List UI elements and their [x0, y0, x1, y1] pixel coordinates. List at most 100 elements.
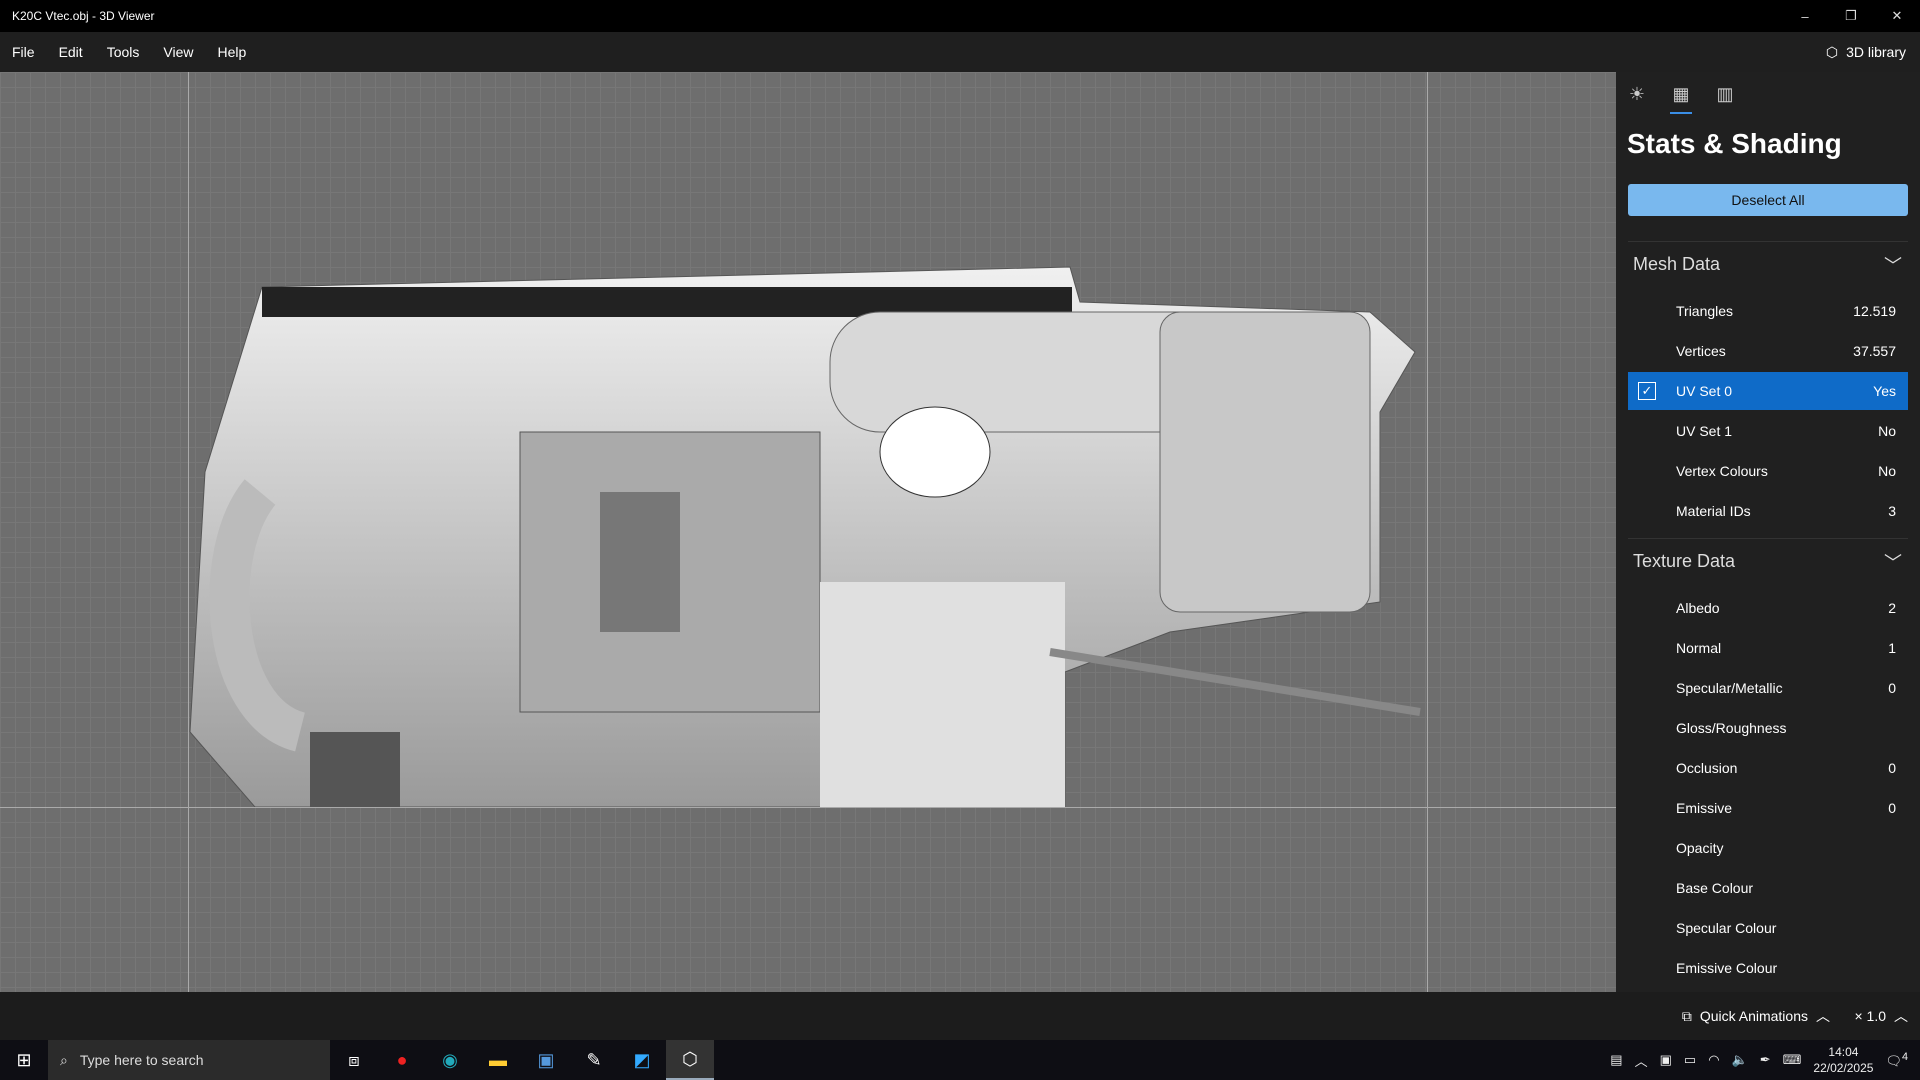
taskbar-search[interactable]: ⌕ Type here to search	[48, 1040, 330, 1080]
stat-row[interactable]: Base Colour	[1628, 869, 1908, 907]
stat-row[interactable]: Emissive 0	[1628, 789, 1908, 827]
chevron-up-icon[interactable]: ︿	[1635, 1051, 1648, 1070]
minimize-button[interactable]: –	[1782, 0, 1828, 32]
grid-tab-grid-icon[interactable]: ▥	[1714, 84, 1736, 106]
stat-row[interactable]: Albedo 2	[1628, 589, 1908, 627]
taskbar: ⊞ ⌕ Type here to search ⧈ ● ◉ ▬ ▣ ✎ ◩ ⬡ …	[0, 1040, 1920, 1080]
stat-label: Base Colour	[1676, 880, 1754, 896]
opera-icon[interactable]: ●	[378, 1040, 426, 1080]
stat-value: No	[1878, 463, 1896, 479]
checkbox-checked-icon[interactable]: ✓	[1638, 382, 1656, 400]
stat-label: Specular/Metallic	[1676, 680, 1783, 696]
menu-help[interactable]: Help	[205, 44, 258, 60]
texture-data-header[interactable]: Texture Data ﹀	[1628, 538, 1908, 584]
stat-label: Vertex Colours	[1676, 463, 1768, 479]
menu-tools[interactable]: Tools	[95, 44, 152, 60]
section-title: Texture Data	[1633, 551, 1736, 571]
chevron-up-icon: ︿	[1816, 1008, 1830, 1024]
restore-button[interactable]: ❐	[1828, 0, 1874, 32]
close-button[interactable]: ✕	[1874, 0, 1920, 32]
notification-count: 4	[1901, 1050, 1908, 1063]
stat-row[interactable]: Triangles 12.519	[1628, 292, 1908, 330]
stat-row[interactable]: Normal 1	[1628, 629, 1908, 667]
animation-cube-icon: ⧉	[1681, 1007, 1692, 1024]
app-icon[interactable]: ▣	[522, 1040, 570, 1080]
file-explorer-icon[interactable]: ▬	[474, 1040, 522, 1080]
stat-label: Normal	[1676, 640, 1722, 656]
keyboard-icon[interactable]: ⌨	[1783, 1052, 1802, 1068]
3d-viewer-taskbar-icon[interactable]: ⬡	[666, 1040, 714, 1080]
stat-value: 0	[1888, 800, 1896, 816]
cube-icon: ⬡	[1825, 43, 1839, 60]
stat-row[interactable]: Vertex Colours No	[1628, 452, 1908, 490]
stat-row[interactable]: Occlusion 0	[1628, 749, 1908, 787]
stat-row[interactable]: Specular Colour	[1628, 909, 1908, 947]
menu-bar: File Edit Tools View Help ⬡ 3D library	[0, 32, 1920, 72]
stat-row[interactable]: Material IDs 3	[1628, 492, 1908, 530]
stat-row[interactable]: Vertices 37.557	[1628, 332, 1908, 370]
chevron-down-icon: ﹀	[1884, 255, 1902, 276]
time: 14:04	[1828, 1045, 1859, 1059]
stat-label: Opacity	[1676, 840, 1724, 856]
engine-model	[189, 266, 1421, 808]
notification-icon[interactable]: 🗨4	[1885, 1051, 1908, 1069]
3d-viewport[interactable]	[0, 72, 1616, 992]
title-bar: K20C Vtec.obj - 3D Viewer – ❐ ✕	[0, 0, 1920, 32]
stat-label: Specular Colour	[1676, 920, 1777, 936]
stat-label: UV Set 1	[1676, 423, 1733, 439]
bottom-bar: ⧉ Quick Animations ︿ × 1.0 ︿	[0, 992, 1920, 1040]
stats-panel: ☀ ▦ ▥ Stats & Shading Deselect All Mesh …	[1616, 72, 1920, 992]
chevron-up-icon: ︿	[1894, 1008, 1908, 1024]
section-title: Mesh Data	[1633, 254, 1721, 274]
chevron-down-icon: ﹀	[1884, 552, 1902, 573]
stat-row[interactable]: UV Set 1 No	[1628, 412, 1908, 450]
stat-label: Triangles	[1676, 303, 1734, 319]
system-tray: ▤ ︿ ▣ ▭ ◠ 🔈 ✒ ⌨ 14:04 22/02/2025 🗨4	[1610, 1040, 1920, 1080]
panel-title: Stats & Shading	[1627, 128, 1842, 159]
quick-animations-button[interactable]: ⧉ Quick Animations ︿	[1682, 992, 1830, 1040]
edge-icon[interactable]: ◉	[426, 1040, 474, 1080]
photos-icon[interactable]: ◩	[618, 1040, 666, 1080]
stat-label: Gloss/Roughness	[1676, 720, 1787, 736]
stat-value: Yes	[1873, 383, 1896, 399]
volume-icon[interactable]: 🔈	[1732, 1052, 1748, 1068]
3d-library-button[interactable]: ⬡ 3D library	[1826, 32, 1906, 72]
stat-label: UV Set 0	[1676, 383, 1733, 399]
network-icon[interactable]: ▣	[1660, 1052, 1672, 1068]
search-icon: ⌕	[60, 1051, 68, 1068]
speed-selector[interactable]: × 1.0 ︿	[1854, 992, 1908, 1040]
stat-label: Occlusion	[1676, 760, 1738, 776]
lighting-tab-sun-icon[interactable]: ☀	[1626, 84, 1648, 106]
stat-row[interactable]: Gloss/Roughness	[1628, 709, 1908, 747]
date: 22/02/2025	[1813, 1061, 1874, 1075]
stat-row[interactable]: Opacity	[1628, 829, 1908, 867]
menu-edit[interactable]: Edit	[47, 44, 95, 60]
stat-row[interactable]: Emissive Colour	[1628, 949, 1908, 987]
task-view-icon[interactable]: ⧈	[330, 1040, 378, 1080]
stat-value: No	[1878, 423, 1896, 439]
windows-start-icon[interactable]: ⊞	[0, 1040, 48, 1080]
3d-library-label: 3D library	[1846, 44, 1906, 60]
pen-icon[interactable]: ✒	[1760, 1052, 1771, 1068]
stat-label: Material IDs	[1676, 503, 1751, 519]
mesh-data-header[interactable]: Mesh Data ﹀	[1628, 241, 1908, 287]
stat-value: 0	[1888, 760, 1896, 776]
wifi-icon[interactable]: ◠	[1708, 1052, 1719, 1068]
speed-value: × 1.0	[1854, 1008, 1886, 1024]
menu-view[interactable]: View	[151, 44, 205, 60]
news-icon[interactable]: ▤	[1610, 1052, 1622, 1068]
deselect-all-button[interactable]: Deselect All	[1628, 184, 1908, 216]
stat-row[interactable]: Specular/Metallic 0	[1628, 669, 1908, 707]
clock[interactable]: 14:04 22/02/2025	[1813, 1044, 1873, 1076]
stats-tab-chart-icon[interactable]: ▦	[1670, 84, 1692, 114]
stat-value: 2	[1888, 600, 1896, 616]
battery-icon[interactable]: ▭	[1684, 1052, 1696, 1068]
stat-value: 0	[1888, 680, 1896, 696]
quick-animations-label: Quick Animations	[1699, 1008, 1808, 1024]
app-icon-2[interactable]: ✎	[570, 1040, 618, 1080]
menu-file[interactable]: File	[0, 44, 47, 60]
stat-label: Albedo	[1676, 600, 1720, 616]
stat-value: 12.519	[1853, 303, 1896, 319]
stat-row[interactable]: ✓ UV Set 0 Yes	[1628, 372, 1908, 410]
stat-label: Emissive Colour	[1676, 960, 1778, 976]
